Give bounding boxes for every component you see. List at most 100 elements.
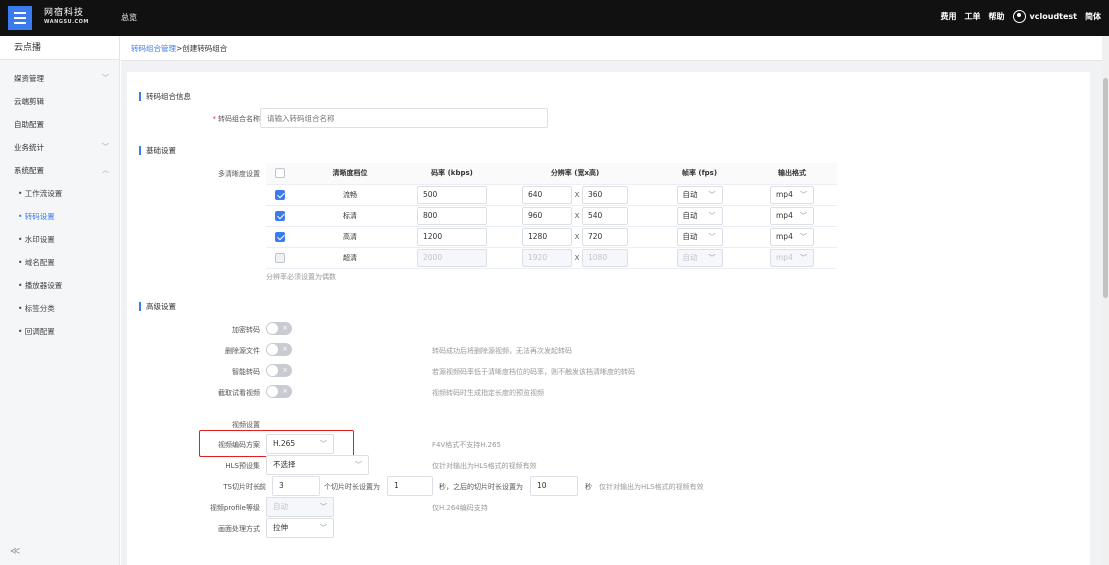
collapse-sidebar-icon[interactable]: ≪ [10,546,20,557]
def-name-cell: 流畅 [294,184,406,206]
ts-mid1: 个切片时长设置为 [324,483,380,491]
combo-name-label-text: 转码组合名称 [218,115,260,123]
sidebar-sub-watermark[interactable]: • 水印设置 [0,228,119,251]
header-bitrate: 码率 (kbps) [406,163,498,185]
sidebar-sub-domain[interactable]: • 域名配置 [0,251,119,274]
tickets-link[interactable]: 工单 [965,11,981,22]
ts-count-input[interactable]: 3 [272,476,320,496]
header-select-all[interactable] [266,163,294,185]
hls-hint: 仅针对输出为HLS格式的视频有效 [432,462,537,470]
width-input[interactable]: 640 [522,185,572,204]
ts-rest-length-input[interactable]: 10 [530,476,578,496]
combo-name-input[interactable] [260,108,548,128]
format-select[interactable]: mp4 ﹀ [770,227,814,246]
hamburger-menu-icon[interactable] [8,6,32,30]
select-all-checkbox[interactable] [275,168,285,179]
height-input[interactable]: 360 [582,185,628,204]
fps-select: 自动 ﹀ [676,248,723,267]
fps-select[interactable]: 自动 ﹀ [676,227,723,246]
sidebar-item-label: 自助配置 [14,120,44,129]
toggle-off-icon: × [282,387,288,395]
height-input: 1080 [582,248,628,267]
row-select-cell[interactable] [266,226,294,248]
user-menu[interactable]: vcloudtest [1012,10,1077,23]
bitrate-input[interactable]: 500 [417,185,487,204]
ts-first-length-input[interactable]: 1 [387,476,433,496]
encrypt-toggle[interactable]: × [266,322,292,335]
sidebar-item-label: 云端剪辑 [14,97,44,106]
help-link[interactable]: 帮助 [989,11,1005,22]
header-fps: 帧率 (fps) [652,163,747,185]
sidebar-item-media[interactable]: 媒资管理 ﹀ [0,67,119,90]
preview-clip-toggle[interactable]: × [266,385,292,398]
header-format: 输出格式 [747,163,837,185]
sidebar-sub-callback[interactable]: • 回调配置 [0,320,119,343]
fps-cell: 自动 ﹀ [652,184,747,206]
row-checkbox[interactable] [275,210,285,221]
fps-value: 自动 [682,189,698,199]
chevron-down-icon: ﹀ [708,232,716,241]
def-name-cell: 标清 [294,205,406,227]
brand-logo[interactable]: 网宿科技 WANGSU.COM [44,9,100,25]
nav-overview-link[interactable]: 总览 [121,12,137,23]
hls-select[interactable]: 不选择 ﹀ [266,455,369,475]
sidebar-item-label: 系统配置 [14,166,44,175]
scaling-select[interactable]: 拉伸 ﹀ [266,518,334,538]
sidebar-sub-player[interactable]: • 播放器设置 [0,274,119,297]
required-mark: * [212,115,217,123]
profile-hint: 仅H.264编码支持 [432,504,488,512]
fps-value: 自动 [682,231,698,241]
fps-select[interactable]: 自动 ﹀ [676,185,723,204]
table-row: 超清 2000 1920 X 1080 自动 ﹀ mp4 ﹀ [266,247,837,269]
width-input[interactable]: 1280 [522,227,572,246]
sidebar-sub-transcode[interactable]: • 转码设置 [0,205,119,228]
bitrate-input[interactable]: 1200 [417,227,487,246]
highlight-box [199,430,354,457]
section-title-base: 基础设置 [139,146,176,155]
vertical-scrollbar[interactable] [1102,36,1109,565]
sidebar-sub-tags[interactable]: • 标签分类 [0,297,119,320]
fps-select[interactable]: 自动 ﹀ [676,206,723,225]
row-select-cell[interactable] [266,247,294,269]
scrollbar-thumb[interactable] [1103,78,1108,298]
ts-label: TS切片时长 [223,483,260,491]
format-value: mp4 [776,252,793,262]
language-switch[interactable]: 简体 [1085,11,1101,22]
row-checkbox[interactable] [275,252,285,263]
format-select[interactable]: mp4 ﹀ [770,206,814,225]
format-select: mp4 ﹀ [770,248,814,267]
height-input[interactable]: 720 [582,227,628,246]
page: 网宿科技 WANGSU.COM 总览 费用 工单 帮助 vcloudtest 简… [0,0,1109,565]
row-checkbox[interactable] [275,189,285,200]
bitrate-input[interactable]: 800 [417,206,487,225]
smart-transcode-toggle[interactable]: × [266,364,292,377]
toggle-off-icon: × [282,345,288,353]
breadcrumb-parent-link[interactable]: 转码组合管理 [131,44,176,53]
preview-clip-label: 截取试看视频 [218,389,260,397]
chevron-up-icon: ︿ [102,166,109,174]
row-select-cell[interactable] [266,184,294,206]
table-header-row: 清晰度档位 码率 (kbps) 分辨率 (宽x高) 帧率 (fps) 输出格式 [266,163,837,185]
section-title-info: 转码组合信息 [139,92,191,101]
format-select[interactable]: mp4 ﹀ [770,185,814,204]
sidebar-item-statistics[interactable]: 业务统计 ﹀ [0,136,119,159]
fees-link[interactable]: 费用 [941,11,957,22]
delete-source-hint: 转码成功后将删除源视频，无法再次发起转码 [432,347,572,355]
sidebar: 云点播 媒资管理 ﹀ 云端剪辑 自助配置 业务统计 ﹀ 系统配置 ︿ • 工作流设置 … [0,36,120,565]
section-title-advanced: 高级设置 [139,302,176,311]
sidebar-item-cloud-edit[interactable]: 云端剪辑 [0,90,119,113]
logo-text: 网宿科技 [44,8,85,18]
top-bar: 网宿科技 WANGSU.COM 总览 费用 工单 帮助 vcloudtest 简… [0,0,1109,36]
resolution-cell: 640 X 360 [498,184,652,206]
sidebar-item-self-config[interactable]: 自助配置 [0,113,119,136]
height-input[interactable]: 540 [582,206,628,225]
row-select-cell[interactable] [266,205,294,227]
width-input[interactable]: 960 [522,206,572,225]
fps-value: 自动 [682,252,698,262]
sidebar-sub-workflow[interactable]: • 工作流设置 [0,182,119,205]
multi-def-label: 多清晰度设置 [218,170,260,178]
codec-hint: F4V格式不支持H.265 [432,441,501,449]
row-checkbox[interactable] [275,231,285,242]
delete-source-toggle[interactable]: × [266,343,292,356]
sidebar-item-system-config[interactable]: 系统配置 ︿ [0,159,119,182]
